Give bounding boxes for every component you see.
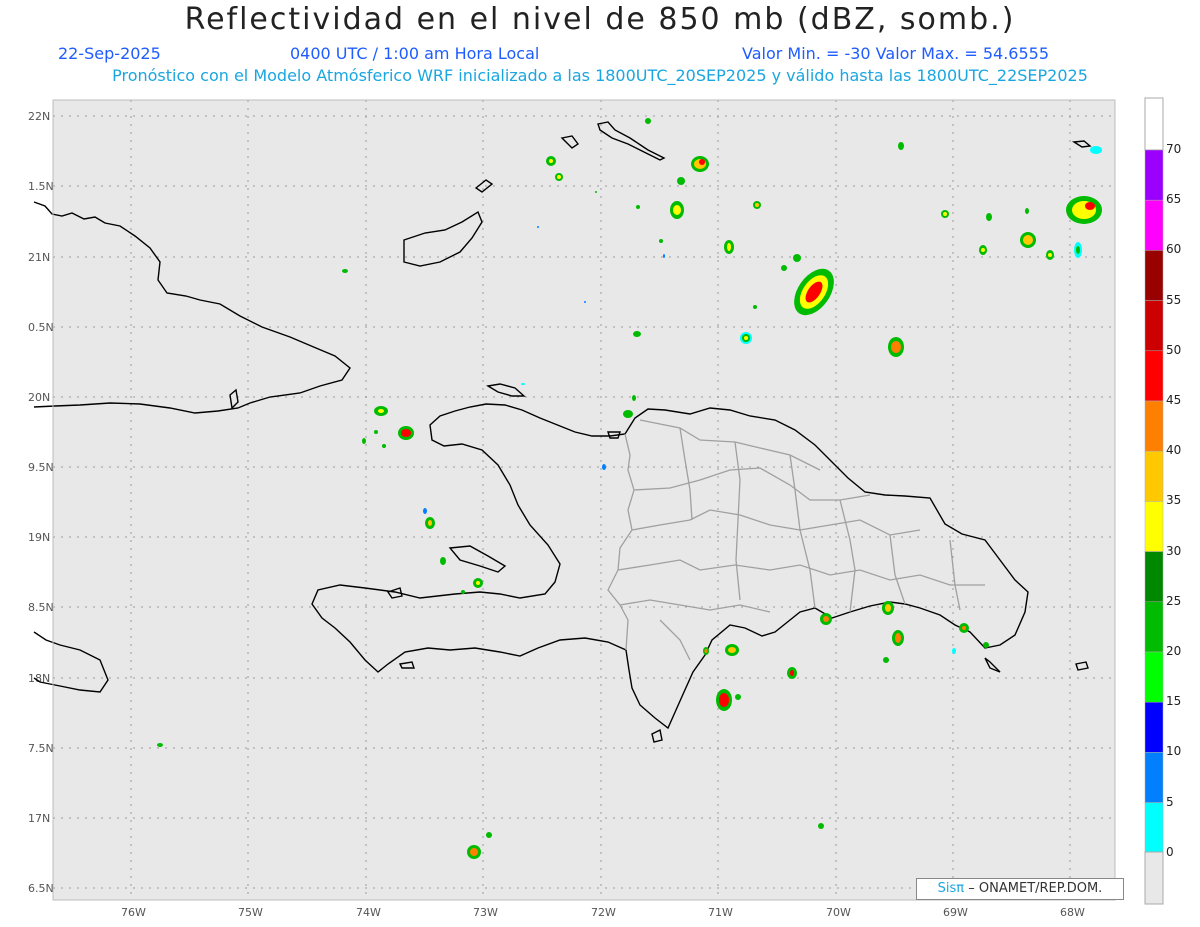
colorbar-label: 35	[1166, 493, 1182, 508]
storm-cell	[645, 118, 651, 124]
colorbar-label: 15	[1166, 694, 1182, 709]
storm-cell	[820, 613, 832, 625]
storm-cell	[342, 269, 348, 273]
lon-label: 71W	[708, 906, 733, 919]
storm-cell	[735, 694, 741, 700]
colorbar-swatch	[1144, 300, 1164, 352]
storm-cell	[725, 644, 739, 656]
storm-cell	[374, 406, 388, 416]
storm-cell	[983, 642, 989, 648]
lon-label: 73W	[473, 906, 498, 919]
lon-label: 70W	[826, 906, 851, 919]
storm-cell	[753, 201, 761, 209]
lat-label: 6.5N	[28, 882, 54, 895]
colorbar-label: 10	[1166, 744, 1182, 759]
latitude-labels: 22N 1.5N 21N 0.5N 20N 9.5N 19N 8.5N 18N …	[28, 110, 54, 895]
sis-logo: Sisπ	[937, 881, 965, 896]
storm-cell	[703, 647, 709, 655]
storm-cell	[898, 142, 904, 150]
storm-cell	[633, 331, 641, 337]
storm-cell	[716, 689, 732, 711]
storm-cell	[979, 245, 987, 255]
lat-label: 21N	[28, 251, 50, 264]
credit-text: – ONAMET/REP.DOM.	[968, 881, 1103, 896]
storm-cell	[486, 832, 492, 838]
storm-cell	[398, 426, 414, 440]
lon-label: 68W	[1060, 906, 1085, 919]
storm-cell	[883, 657, 889, 663]
storm-cell	[740, 332, 752, 344]
storm-cell	[1020, 232, 1036, 248]
lon-label: 76W	[121, 906, 146, 919]
colorbar-swatch	[1144, 651, 1164, 703]
colorbar-label: 65	[1166, 192, 1182, 207]
colorbar-label: 60	[1166, 242, 1182, 257]
storm-cell	[670, 201, 684, 219]
storm-cell	[941, 210, 949, 218]
lat-label: 0.5N	[28, 321, 54, 334]
colorbar-label: 50	[1166, 342, 1182, 357]
colorbar-label: 55	[1166, 292, 1182, 307]
lat-label: 19N	[28, 531, 50, 544]
colorbar-label: 40	[1166, 443, 1182, 458]
colorbar-label: 45	[1166, 393, 1182, 407]
colorbar-label: 5	[1166, 794, 1174, 809]
storm-cell	[1090, 146, 1102, 154]
storm-cell	[425, 517, 435, 529]
lat-label: 7.5N	[28, 742, 54, 755]
storm-cell	[623, 410, 633, 418]
lat-label: 22N	[28, 110, 50, 123]
lon-label: 75W	[238, 906, 263, 919]
storm-cell	[1046, 250, 1054, 260]
colorbar-swatch	[1144, 450, 1164, 502]
storm-cell	[691, 156, 709, 172]
lat-label: 8.5N	[28, 601, 54, 614]
storm-cell	[724, 240, 734, 254]
storm-cell	[892, 630, 904, 646]
storm-cell	[157, 743, 163, 747]
reflectivity-map: 22N 1.5N 21N 0.5N 20N 9.5N 19N 8.5N 18N …	[28, 97, 1164, 919]
storm-cell	[473, 578, 483, 588]
credit-box: Sisπ – ONAMET/REP.DOM.	[916, 878, 1124, 900]
colorbar-label: 0	[1166, 844, 1174, 859]
colorbar-swatch	[1144, 752, 1164, 803]
storm-cell	[882, 601, 894, 615]
storm-cell	[546, 156, 556, 166]
storm-cell	[467, 845, 481, 859]
lon-label: 72W	[591, 906, 616, 919]
colorbar-label: 20	[1166, 644, 1182, 658]
storm-cell	[959, 623, 969, 633]
storm-cell	[986, 213, 992, 221]
colorbar-swatch	[1144, 350, 1164, 402]
storm-cell	[888, 337, 904, 357]
colorbar-swatch	[1144, 601, 1164, 653]
storm-cell	[440, 557, 446, 565]
lat-label: 20N	[28, 391, 50, 404]
longitude-labels: 76W 75W 74W 73W 72W 71W 70W 69W 68W	[121, 906, 1085, 919]
lat-label: 9.5N	[28, 461, 54, 474]
colorbar-swatch	[1144, 149, 1164, 201]
storm-cell	[1066, 196, 1102, 224]
colorbar-label: 25	[1166, 593, 1182, 608]
lat-label: 17N	[28, 812, 50, 825]
colorbar-swatch	[1144, 501, 1164, 552]
colorbar-swatch	[1144, 250, 1164, 301]
lon-label: 69W	[943, 906, 968, 919]
map-plot-area	[53, 100, 1115, 900]
storm-cell	[677, 177, 685, 185]
lat-label: 1.5N	[28, 180, 54, 193]
colorbar-swatch	[1144, 802, 1164, 854]
colorbar-swatch	[1144, 400, 1164, 452]
storm-cell	[1074, 242, 1082, 258]
colorbar-label: 30	[1166, 543, 1182, 558]
storm-cell	[787, 667, 797, 679]
storm-cell	[555, 173, 563, 181]
storm-cell	[818, 823, 824, 829]
lon-label: 74W	[356, 906, 381, 919]
colorbar-swatch	[1144, 551, 1164, 603]
colorbar-swatch	[1144, 199, 1164, 251]
colorbar-swatch	[1144, 701, 1164, 753]
colorbar	[1144, 97, 1164, 905]
colorbar-label: 70	[1166, 142, 1182, 156]
